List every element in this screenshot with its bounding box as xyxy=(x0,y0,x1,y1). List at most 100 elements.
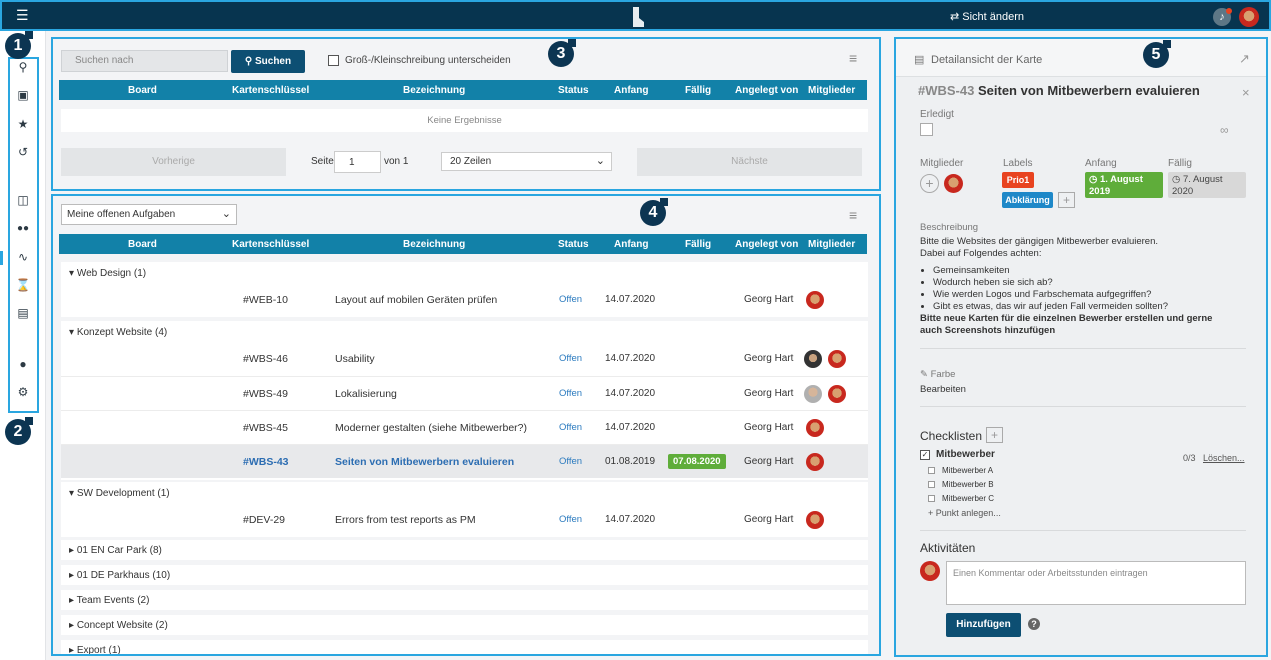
checklist-checkbox[interactable]: ✓ xyxy=(920,450,930,460)
next-button[interactable]: Nächste xyxy=(637,148,862,176)
card-creator: Georg Hart xyxy=(744,294,794,305)
group-toggle[interactable]: ▾ SW Development (1) xyxy=(69,488,170,499)
detail-header: ▤ Detailansicht der Karte ↗ xyxy=(896,39,1266,77)
add-item-link[interactable]: + Punkt anlegen... xyxy=(928,508,1001,518)
card-start: 14.07.2020 xyxy=(605,514,656,525)
link-icon[interactable]: ∞ xyxy=(1220,123,1229,137)
change-view-button[interactable]: ⇄ Sicht ändern xyxy=(950,10,1024,23)
members-label: Mitglieder xyxy=(920,158,964,169)
activity-icon[interactable]: ∿ xyxy=(13,248,33,266)
add-comment-button[interactable]: Hinzufügen xyxy=(946,613,1021,637)
hamburger-icon[interactable]: ☰ xyxy=(16,8,29,22)
hourglass-icon[interactable]: ⌛ xyxy=(13,276,33,294)
start-label: Anfang xyxy=(1085,158,1117,169)
checklist-item-checkbox[interactable] xyxy=(928,495,935,502)
callout-5: 5 xyxy=(1143,40,1171,68)
group-title: Export (1) xyxy=(76,645,121,656)
col-status: Status xyxy=(558,239,589,250)
card-key[interactable]: #DEV-29 xyxy=(243,514,285,526)
card-title[interactable]: Lokalisierung xyxy=(335,388,397,400)
edit-color-link[interactable]: Bearbeiten xyxy=(920,384,966,395)
search-input[interactable]: Suchen nach xyxy=(61,50,228,72)
card-title[interactable]: Seiten von Mitbewerbern evaluieren xyxy=(978,83,1200,98)
card-title[interactable]: Moderner gestalten (siehe Mitbewerber?) xyxy=(335,422,527,434)
avatar xyxy=(944,174,963,193)
rows-select[interactable]: 20 Zeilen ⌄ xyxy=(441,152,612,171)
card-key[interactable]: #WBS-49 xyxy=(243,388,288,400)
close-icon[interactable]: × xyxy=(1242,85,1250,100)
add-label-button[interactable]: + xyxy=(1058,192,1075,208)
callout-3: 3 xyxy=(548,39,576,67)
panel-menu-icon[interactable]: ≡ xyxy=(849,207,857,223)
archive-icon[interactable]: ▤ xyxy=(13,304,33,322)
card-key[interactable]: #WBS-43 xyxy=(243,456,289,468)
history-icon[interactable]: ↺ xyxy=(13,143,33,161)
label-clarify[interactable]: Abklärung xyxy=(1002,192,1053,208)
card-title[interactable]: Seiten von Mitbewerbern evaluieren xyxy=(335,456,514,468)
team-icon[interactable]: ●● xyxy=(13,220,33,238)
table-row[interactable]: #WBS-46 Usability Offen 14.07.2020 Georg… xyxy=(61,342,868,376)
card-start: 14.07.2020 xyxy=(605,422,656,433)
table-row[interactable]: #DEV-29 Errors from test reports as PM O… xyxy=(61,503,868,537)
col-members: Mitglieder xyxy=(808,85,856,96)
group-title: Concept Website (2) xyxy=(76,620,168,631)
list-item: Wie werden Logos und Farbschemata aufgeg… xyxy=(933,289,1240,301)
case-sensitive-checkbox[interactable] xyxy=(328,55,339,66)
collapsed-group[interactable]: ▸ 01 DE Parkhaus (10) xyxy=(61,565,868,585)
search-icon[interactable]: ⚲ xyxy=(13,58,33,76)
activities-heading: Aktivitäten xyxy=(920,541,976,555)
table-row-selected[interactable]: #WBS-43 Seiten von Mitbewerbern evaluier… xyxy=(61,444,868,478)
avatar xyxy=(804,350,822,368)
done-checkbox[interactable] xyxy=(920,123,933,136)
group-toggle[interactable]: ▾ Web Design (1) xyxy=(69,268,146,279)
add-card-icon[interactable]: ▣ xyxy=(13,86,33,104)
card-status: Offen xyxy=(559,422,583,433)
bell-icon[interactable]: ♪ xyxy=(1213,8,1232,26)
user-avatar[interactable] xyxy=(1239,7,1259,27)
clock-icon: ◷ xyxy=(1172,174,1183,185)
panel-menu-icon[interactable]: ≡ xyxy=(849,50,857,66)
settings-icon[interactable]: ⚙ xyxy=(13,383,33,401)
label-prio[interactable]: Prio1 xyxy=(1002,172,1034,188)
card-title[interactable]: Layout auf mobilen Geräten prüfen xyxy=(335,294,497,306)
card-title[interactable]: Errors from test reports as PM xyxy=(335,514,476,526)
card-title[interactable]: Usability xyxy=(335,353,375,365)
board-icon[interactable]: ◫ xyxy=(13,191,33,209)
card-key[interactable]: #WBS-46 xyxy=(243,353,288,365)
add-member-button[interactable]: + xyxy=(920,174,939,193)
star-icon[interactable]: ★ xyxy=(13,115,33,133)
due-date-badge[interactable]: ◷ 7. August 2020 xyxy=(1168,172,1246,198)
card-key[interactable]: #WBS-45 xyxy=(243,422,288,434)
col-board: Board xyxy=(128,85,157,96)
table-row[interactable]: #WEB-10 Layout auf mobilen Geräten prüfe… xyxy=(61,283,868,317)
external-link-icon[interactable]: ↗ xyxy=(1239,51,1250,67)
collapsed-group[interactable]: ▸ Concept Website (2) xyxy=(61,615,868,635)
collapsed-group[interactable]: ▸ Team Events (2) xyxy=(61,590,868,610)
avatar xyxy=(804,385,822,403)
card-status: Offen xyxy=(559,514,583,525)
help-icon[interactable]: ? xyxy=(1028,618,1040,630)
group-toggle[interactable]: ▾ Konzept Website (4) xyxy=(69,327,167,338)
task-filter-select[interactable]: Meine offenen Aufgaben ⌄ xyxy=(61,204,237,225)
col-title: Bezeichnung xyxy=(403,239,466,250)
collapsed-group[interactable]: ▸ 01 EN Car Park (8) xyxy=(61,540,868,560)
description[interactable]: Bitte die Websites der gängigen Mitbewer… xyxy=(920,236,1240,337)
user-icon[interactable]: ● xyxy=(13,355,33,373)
previous-button[interactable]: Vorherige xyxy=(61,148,286,176)
checklist-item-checkbox[interactable] xyxy=(928,481,935,488)
card-key[interactable]: #WEB-10 xyxy=(243,294,288,306)
card-start: 14.07.2020 xyxy=(605,294,656,305)
color-label-text: Farbe xyxy=(930,369,956,380)
page-input[interactable]: 1 xyxy=(334,151,381,173)
start-date-badge[interactable]: ◷ 1. August 2019 xyxy=(1085,172,1163,198)
checklist-item-checkbox[interactable] xyxy=(928,467,935,474)
checklist-delete-link[interactable]: Löschen... xyxy=(1203,453,1245,463)
table-row[interactable]: #WBS-49 Lokalisierung Offen 14.07.2020 G… xyxy=(61,376,868,410)
sidebar-active-indicator xyxy=(0,251,3,265)
comment-textarea[interactable]: Einen Kommentar oder Arbeitsstunden eint… xyxy=(946,561,1246,605)
add-checklist-button[interactable]: + xyxy=(986,427,1003,443)
table-row[interactable]: #WBS-45 Moderner gestalten (siehe Mitbew… xyxy=(61,410,868,444)
collapsed-group[interactable]: ▸ Export (1) xyxy=(61,640,868,656)
search-button[interactable]: ⚲ Suchen xyxy=(231,50,305,73)
tasks-table-header: Board Kartenschlüssel Bezeichnung Status… xyxy=(59,234,867,254)
